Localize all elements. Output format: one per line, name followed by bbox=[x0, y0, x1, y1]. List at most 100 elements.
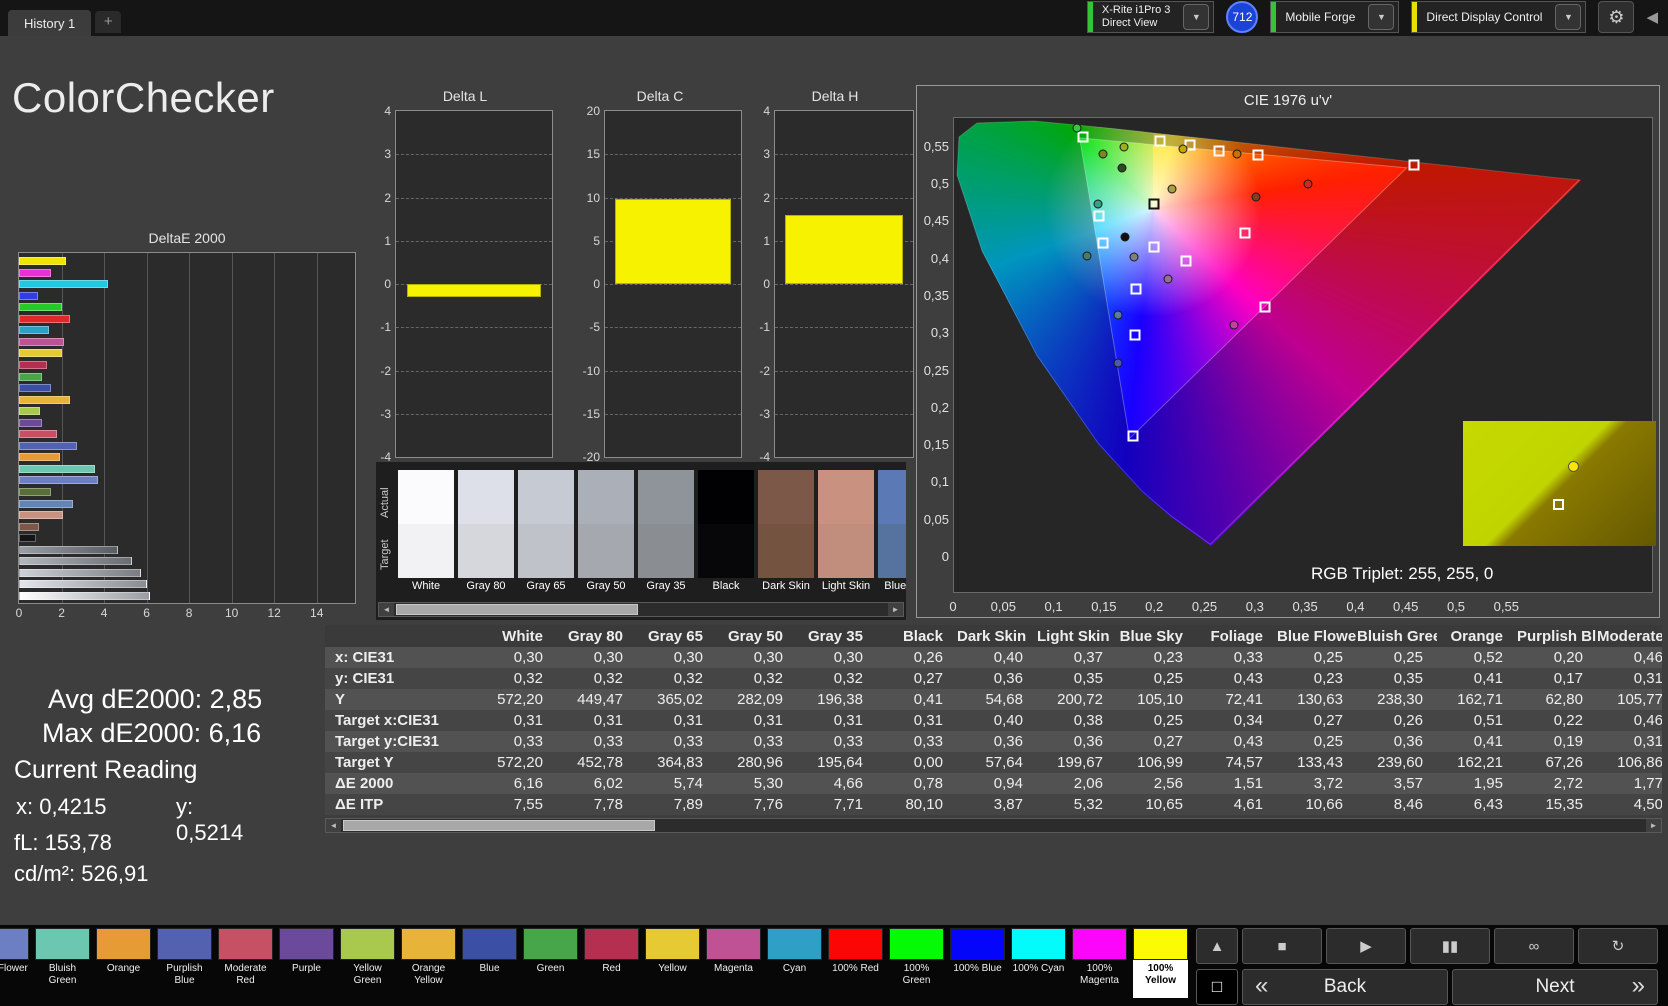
current-cdm2: cd/m²: 526,91 bbox=[14, 861, 149, 887]
table-cell: 130,63 bbox=[1277, 691, 1357, 708]
deltae-x-tick-label: 8 bbox=[186, 606, 193, 620]
cie-measured-marker bbox=[1072, 124, 1081, 133]
chevron-down-icon[interactable]: ▼ bbox=[1368, 4, 1394, 30]
swatch-scroll-track[interactable] bbox=[394, 603, 888, 616]
scroll-left-icon[interactable]: ◄ bbox=[326, 819, 341, 832]
pattern-bar: Blue FlowerBluish GreenOrangePurplish Bl… bbox=[0, 925, 1668, 1006]
cie-target-marker bbox=[1093, 210, 1104, 221]
delta-bar bbox=[785, 215, 904, 284]
collapse-panel-icon[interactable]: ◀ bbox=[1646, 8, 1658, 26]
cie-y-tick-label: 0,3 bbox=[917, 325, 949, 340]
swatch[interactable]: White bbox=[398, 470, 454, 596]
workflow-dropdown[interactable]: Mobile Forge ▼ bbox=[1270, 1, 1399, 33]
table-cell: 5,30 bbox=[717, 775, 797, 792]
cie-x-tick-label: 0,15 bbox=[1091, 599, 1116, 614]
current-xy: x: 0,4215 y: 0,5214 bbox=[16, 794, 107, 820]
patch-button[interactable]: Moderate Red bbox=[218, 928, 273, 998]
deltae-bar bbox=[19, 592, 150, 600]
patch-button[interactable]: 100% Blue bbox=[950, 928, 1005, 998]
patch-button[interactable]: Yellow bbox=[645, 928, 700, 998]
cie-target-marker bbox=[1077, 131, 1088, 142]
table-scrollbar[interactable]: ◄ ► bbox=[325, 818, 1662, 833]
patch-button[interactable]: Blue bbox=[462, 928, 517, 998]
history-tab[interactable]: History 1 bbox=[8, 10, 91, 36]
deltae-bar bbox=[19, 384, 51, 392]
gear-icon[interactable]: ⚙ bbox=[1598, 1, 1634, 33]
swatch-scroll-thumb[interactable] bbox=[396, 604, 638, 615]
patch-button[interactable]: 100% Cyan bbox=[1011, 928, 1066, 998]
delta-gridline bbox=[775, 198, 913, 199]
swatch-scrollbar[interactable]: ◄ ► bbox=[378, 602, 904, 617]
patch-button[interactable]: Bluish Green bbox=[35, 928, 90, 998]
deltae-gridline bbox=[189, 253, 190, 603]
patch-button[interactable]: Blue Flower bbox=[0, 928, 29, 998]
count-badge[interactable]: 712 bbox=[1226, 1, 1258, 33]
table-cell: 0,31 bbox=[1597, 733, 1662, 750]
current-reading-title: Current Reading bbox=[14, 756, 197, 785]
avg-de2000: Avg dE2000: 2,85 bbox=[48, 684, 262, 715]
delta-gridline bbox=[396, 241, 552, 242]
swatch[interactable]: Light Skin bbox=[818, 470, 874, 596]
patch-button[interactable]: Magenta bbox=[706, 928, 761, 998]
table-scroll-track[interactable] bbox=[341, 819, 1646, 832]
table-row: Target Y572,20452,78364,83280,96195,640,… bbox=[325, 752, 1662, 773]
back-button[interactable]: « Back bbox=[1242, 969, 1448, 1005]
scroll-left-icon[interactable]: ◄ bbox=[379, 603, 394, 616]
patch-button[interactable]: Cyan bbox=[767, 928, 822, 998]
swatch[interactable]: Black bbox=[698, 470, 754, 596]
chevron-down-icon[interactable]: ▼ bbox=[1183, 4, 1209, 30]
swatch[interactable]: Blue Sky bbox=[878, 470, 906, 596]
up-arrow-button[interactable]: ▲ bbox=[1196, 928, 1238, 964]
table-cell: 0,41 bbox=[877, 691, 957, 708]
deltae-x-tick-label: 4 bbox=[101, 606, 108, 620]
delta-bar bbox=[407, 284, 541, 297]
meter-dropdown[interactable]: X-Rite i1Pro 3 Direct View ▼ bbox=[1087, 1, 1214, 33]
patch-button[interactable]: 100% Magenta bbox=[1072, 928, 1127, 998]
loop-button[interactable]: ∞ bbox=[1494, 928, 1574, 964]
table-cell: 0,36 bbox=[957, 733, 1037, 750]
table-cell: 0,32 bbox=[557, 670, 637, 687]
patch-button[interactable]: Red bbox=[584, 928, 639, 998]
next-button[interactable]: Next » bbox=[1452, 969, 1658, 1005]
add-tab-button[interactable]: + bbox=[95, 11, 121, 33]
cie-x-tick-label: 0 bbox=[949, 599, 956, 614]
patch-color bbox=[950, 928, 1005, 960]
chevron-down-icon[interactable]: ▼ bbox=[1555, 4, 1581, 30]
table-cell: 0,33 bbox=[557, 733, 637, 750]
patch-button[interactable]: Orange Yellow bbox=[401, 928, 456, 998]
refresh-button[interactable]: ↻ bbox=[1578, 928, 1658, 964]
patch-button[interactable]: 100% Red bbox=[828, 928, 883, 998]
pattern-window-button[interactable]: □ bbox=[1196, 969, 1238, 1005]
scroll-right-icon[interactable]: ► bbox=[1646, 819, 1661, 832]
patch-button[interactable]: Purple bbox=[279, 928, 334, 998]
swatch[interactable]: Gray 65 bbox=[518, 470, 574, 596]
pause-button[interactable]: ▮▮ bbox=[1410, 928, 1490, 964]
deltae-bar bbox=[19, 257, 66, 265]
deltae-bar bbox=[19, 407, 40, 415]
swatch[interactable]: Gray 35 bbox=[638, 470, 694, 596]
table-scroll-thumb[interactable] bbox=[343, 820, 655, 831]
display-control-dropdown[interactable]: Direct Display Control ▼ bbox=[1411, 1, 1586, 33]
patch-button[interactable]: Green bbox=[523, 928, 578, 998]
table-cell: 0,31 bbox=[637, 712, 717, 729]
swatch[interactable]: Dark Skin bbox=[758, 470, 814, 596]
table-header-cell: Blue Flower bbox=[1277, 628, 1357, 645]
patch-button[interactable]: Purplish Blue bbox=[157, 928, 212, 998]
deltae-bar bbox=[19, 511, 63, 519]
table-cell: 0,32 bbox=[477, 670, 557, 687]
patch-button[interactable]: Orange bbox=[96, 928, 151, 998]
delta-y-tick-label: 0 bbox=[593, 277, 600, 291]
deltae-bar bbox=[19, 569, 141, 577]
play-button[interactable]: ▶ bbox=[1326, 928, 1406, 964]
swatch-target bbox=[518, 524, 574, 578]
patch-button[interactable]: 100% Yellow bbox=[1133, 928, 1188, 998]
stop-button[interactable]: ■ bbox=[1242, 928, 1322, 964]
patch-button[interactable]: Yellow Green bbox=[340, 928, 395, 998]
patch-button[interactable]: 100% Green bbox=[889, 928, 944, 998]
table-cell: 0,33 bbox=[877, 733, 957, 750]
swatch[interactable]: Gray 50 bbox=[578, 470, 634, 596]
cie-measured-marker bbox=[1130, 253, 1139, 262]
patch-label: Cyan bbox=[767, 960, 822, 998]
swatch[interactable]: Gray 80 bbox=[458, 470, 514, 596]
scroll-right-icon[interactable]: ► bbox=[888, 603, 903, 616]
